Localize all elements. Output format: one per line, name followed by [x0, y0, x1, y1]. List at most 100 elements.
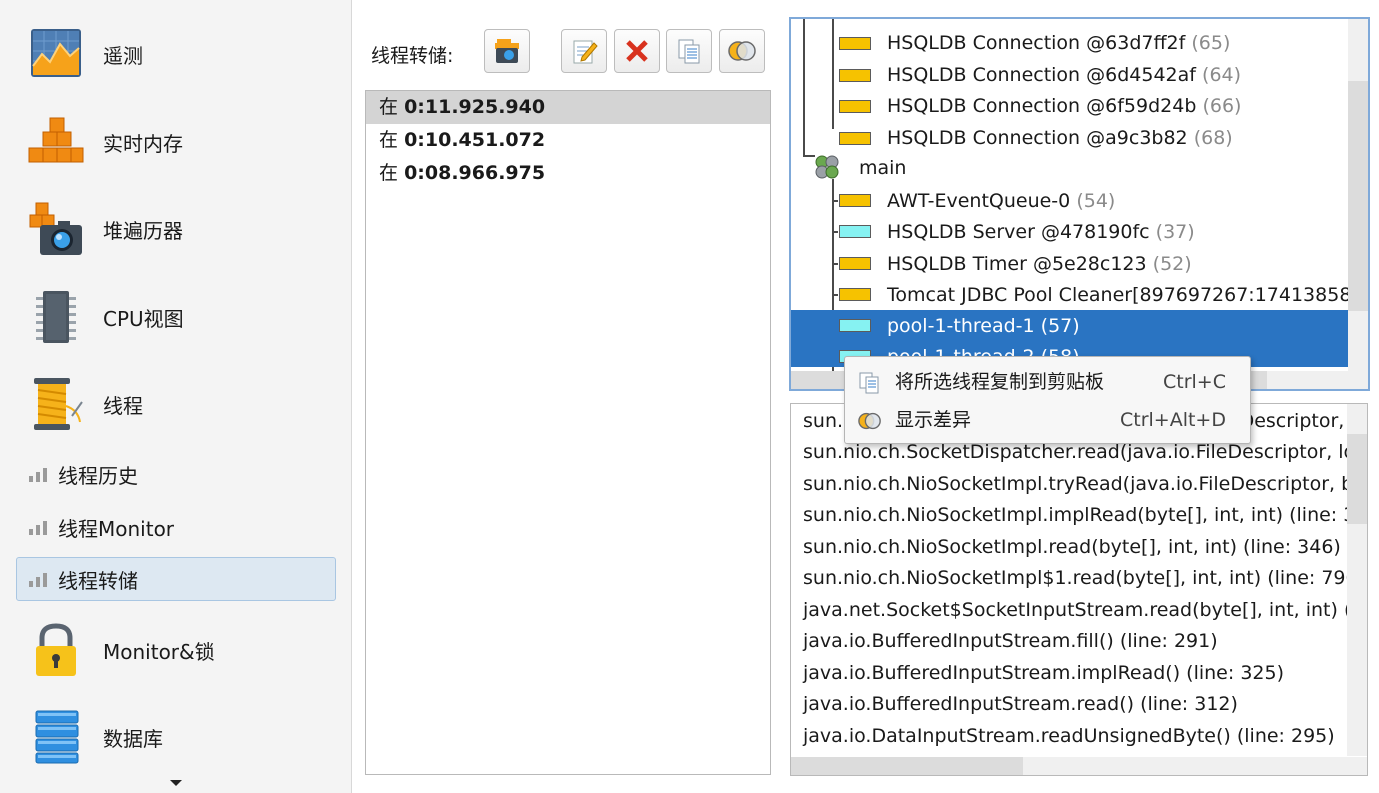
tree-connector [832, 200, 838, 202]
stack-frame[interactable]: java.net.Socket$SocketInputStream.read(b… [803, 595, 1367, 626]
sidebar-item-label: 堆遍历器 [103, 218, 183, 243]
scrollbar-thumb[interactable] [791, 757, 1023, 775]
thread-name: HSQLDB Connection @6d4542af [887, 64, 1196, 86]
stack-frame[interactable]: sun.nio.ch.NioSocketImpl$1.read(byte[], … [803, 563, 1365, 594]
sidebar-item-label: 线程Monitor [58, 516, 175, 541]
cpu-chip-icon [36, 291, 76, 343]
telemetry-icon [31, 29, 81, 77]
tree-node-thread-group[interactable]: main [859, 153, 906, 184]
tree-connector [832, 19, 834, 129]
menu-item-show-diff[interactable]: 显示差异 Ctrl+Alt+D [845, 401, 1250, 439]
menu-item-shortcut: Ctrl+C [1163, 371, 1226, 393]
sidebar-item-label: 数据库 [103, 726, 163, 751]
thread-name: HSQLDB Timer @5e28c123 [887, 253, 1147, 275]
tree-node-thread[interactable]: HSQLDB Connection @a9c3b82 (68) [887, 123, 1233, 154]
thread-dump-list: 在 0:11.925.940 在 0:10.451.072 在 0:08.966… [365, 90, 771, 775]
scroll-down-arrow-icon[interactable] [170, 780, 182, 786]
tree-node-thread[interactable]: HSQLDB Connection @63d7ff2f (65) [887, 28, 1230, 59]
sidebar-item-thread-history[interactable]: 线程历史 [16, 452, 336, 496]
rename-dump-button[interactable] [561, 29, 607, 73]
thread-tree[interactable]: HSQLDB Connection @63d7ff2f (65) HSQLDB … [789, 17, 1370, 391]
dump-prefix: 在 [379, 96, 399, 118]
tree-node-thread[interactable]: HSQLDB Server @478190fc (37) [887, 217, 1195, 248]
delete-x-icon [626, 40, 648, 62]
thread-id: (65) [1191, 32, 1231, 54]
thread-id: (66) [1202, 95, 1242, 117]
menu-item-copy-selected-threads[interactable]: 将所选线程复制到剪贴板 Ctrl+C [845, 363, 1250, 401]
menu-item-shortcut: Ctrl+Alt+D [1119, 409, 1226, 431]
stack-trace-panel[interactable]: sun.nio.ch.SocketDispatcher.read0(java.i… [790, 403, 1368, 776]
menu-item-label: 显示差异 [895, 409, 972, 431]
thread-name: HSQLDB Connection @63d7ff2f [887, 32, 1186, 54]
context-menu: 将所选线程复制到剪贴板 Ctrl+C 显示差异 Ctrl+Alt+D [844, 356, 1251, 444]
scrollbar-thumb[interactable] [1348, 81, 1368, 311]
sidebar-item-heap-walker[interactable]: 堆遍历器 [0, 189, 352, 269]
stack-frame[interactable]: java.io.BufferedInputStream.implRead() (… [803, 658, 1284, 689]
tree-node-thread[interactable]: HSQLDB Connection @6f59d24b (66) [887, 91, 1241, 122]
stack-frame[interactable]: java.io.BufferedInputStream.fill() (line… [803, 626, 1218, 657]
waiting-thread-icon [839, 100, 871, 113]
show-diff-button[interactable] [719, 29, 765, 73]
dump-time: 0:10.451.072 [404, 129, 546, 151]
sidebar-item-cpu-views[interactable]: CPU视图 [0, 277, 352, 357]
stack-horizontal-scrollbar[interactable] [791, 757, 1367, 775]
tree-connector [832, 263, 838, 265]
sidebar-item-label: 实时内存 [103, 131, 183, 156]
dump-list-item[interactable]: 在 0:11.925.940 [366, 91, 770, 124]
stack-frame[interactable]: java.io.DataInputStream.readUnsignedByte… [803, 721, 1335, 752]
sidebar-item-label: 线程转储 [58, 568, 138, 593]
dump-list-item[interactable]: 在 0:10.451.072 [366, 124, 770, 157]
diff-circles-icon [728, 41, 756, 61]
edit-note-icon [573, 40, 598, 64]
tree-connector [803, 19, 805, 156]
dump-time: 0:11.925.940 [404, 96, 546, 118]
thread-group-name: main [859, 157, 907, 179]
take-dump-button[interactable] [484, 29, 530, 73]
scrollbar-thumb[interactable] [1347, 434, 1367, 524]
sidebar-item-label: CPU视图 [103, 306, 184, 331]
waiting-thread-icon [839, 194, 871, 207]
sidebar-item-label: 遥测 [103, 43, 143, 68]
bar-chart-icon [29, 573, 47, 587]
tree-node-thread[interactable]: HSQLDB Timer @5e28c123 (52) [887, 249, 1192, 280]
runnable-thread-icon [839, 319, 871, 332]
sidebar-item-live-memory[interactable]: 实时内存 [0, 102, 352, 182]
copy-document-icon [859, 372, 879, 394]
thread-id: (37) [1155, 221, 1195, 243]
delete-dump-button[interactable] [614, 29, 660, 73]
thread-name: Tomcat JDBC Pool Cleaner[897697267:17413… [887, 284, 1370, 306]
bar-chart-icon [29, 521, 47, 535]
sidebar-item-telemetry[interactable]: 遥测 [0, 14, 352, 94]
dump-time: 0:08.966.975 [404, 162, 546, 184]
stack-vertical-scrollbar[interactable] [1347, 404, 1367, 756]
stack-frame[interactable]: java.io.BufferedInputStream.read() (line… [803, 689, 1238, 720]
stack-frame[interactable]: sun.nio.ch.NioSocketImpl.implRead(byte[]… [803, 500, 1367, 531]
thread-id: (57) [1040, 315, 1080, 337]
memory-blocks-icon [28, 117, 84, 163]
sidebar-item-thread-monitor[interactable]: 线程Monitor [16, 505, 336, 549]
sidebar-item-threads[interactable]: 线程 [0, 364, 352, 444]
sidebar-item-label: 线程历史 [58, 463, 138, 488]
tree-connector [832, 231, 838, 233]
tree-node-thread-selected[interactable]: pool-1-thread-1 (57) [887, 311, 1080, 342]
copy-document-icon [678, 39, 700, 64]
tree-connector [832, 294, 838, 296]
sidebar: 遥测 实时内存 堆遍历器 CPU视图 线程 线程历史 线程Monitor 线程转… [0, 0, 352, 793]
tree-vertical-scrollbar[interactable] [1348, 19, 1368, 373]
sidebar-item-thread-dumps[interactable]: 线程转储 [16, 557, 336, 601]
dump-list-item[interactable]: 在 0:08.966.975 [366, 157, 770, 190]
thread-name: AWT-EventQueue-0 [887, 190, 1071, 212]
copy-button[interactable] [666, 29, 712, 73]
sidebar-item-databases[interactable]: 数据库 [0, 697, 352, 777]
heap-camera-icon [29, 202, 82, 255]
camera-icon [495, 39, 519, 63]
sidebar-item-monitors-locks[interactable]: Monitor&锁 [0, 610, 352, 690]
stack-frame[interactable]: sun.nio.ch.NioSocketImpl.tryRead(java.io… [803, 469, 1367, 500]
thread-name: pool-1-thread-1 [887, 315, 1035, 337]
tree-node-thread[interactable]: AWT-EventQueue-0 (54) [887, 186, 1115, 217]
tree-node-thread[interactable]: HSQLDB Connection @6d4542af (64) [887, 60, 1241, 91]
sidebar-item-label: Monitor&锁 [103, 639, 215, 664]
stack-frame[interactable]: sun.nio.ch.NioSocketImpl.read(byte[], in… [803, 532, 1341, 563]
thread-name: HSQLDB Server @478190fc [887, 221, 1150, 243]
tree-node-thread[interactable]: Tomcat JDBC Pool Cleaner[897697267:17413… [887, 280, 1370, 311]
